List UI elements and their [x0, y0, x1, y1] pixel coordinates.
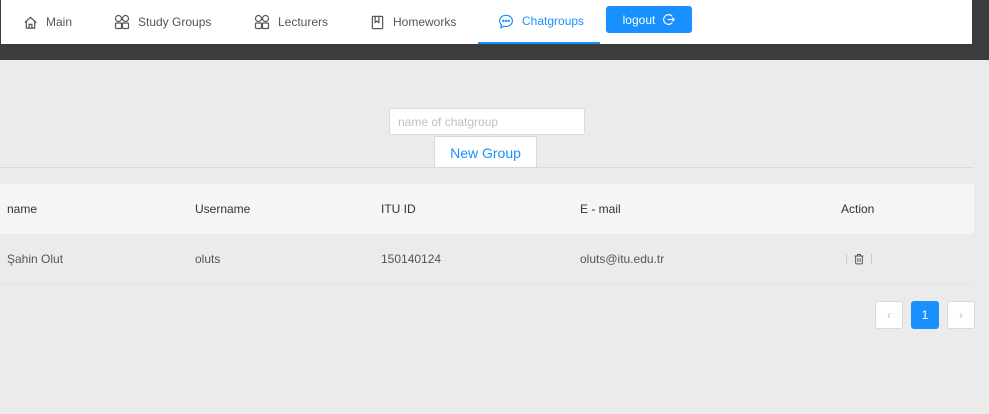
new-group-button[interactable]: New Group: [434, 136, 537, 168]
cell-action: [846, 234, 872, 284]
next-page-label: ›: [959, 308, 963, 322]
nav-item-label: Homeworks: [393, 15, 457, 29]
nav-item-chatgroups[interactable]: Chatgroups: [478, 0, 600, 44]
next-page-button[interactable]: ›: [947, 301, 975, 329]
delete-button[interactable]: [846, 253, 872, 265]
column-header-name: name: [7, 202, 38, 216]
nav-item-label: Lecturers: [278, 15, 329, 29]
trash-icon: [853, 253, 865, 265]
chatgroup-table: name Username ITU ID E - mail Action Şah…: [0, 184, 974, 284]
table-header: name Username ITU ID E - mail Action: [0, 184, 974, 234]
nav-item-label: Main: [46, 15, 73, 29]
nav-item-main[interactable]: Main: [22, 0, 72, 44]
previous-page-button[interactable]: ‹: [875, 301, 903, 329]
apps-icon: [114, 14, 130, 30]
nav-item-label: Chatgroups: [522, 14, 585, 28]
book-icon: [369, 14, 385, 30]
cell-username: oluts: [195, 252, 221, 266]
divider: [0, 167, 974, 168]
apps-icon: [254, 14, 270, 30]
page-number: 1: [921, 308, 929, 322]
page-1-button[interactable]: 1: [911, 301, 939, 329]
home-icon: [22, 14, 38, 30]
logout-label: logout: [622, 12, 656, 27]
previous-page-label: ‹: [887, 308, 891, 322]
top-bar: Main Study Groups Lecturers Homeworks Ch…: [0, 0, 989, 60]
new-group-label: New Group: [450, 144, 521, 161]
nav-item-label: Study Groups: [138, 15, 212, 29]
column-header-email: E - mail: [580, 202, 621, 216]
nav-item-study-groups[interactable]: Study Groups: [114, 0, 211, 44]
nav-item-lecturers[interactable]: Lecturers: [254, 0, 328, 44]
logout-icon: [662, 13, 676, 26]
table-row: Şahin Olut oluts 150140124 oluts@itu.edu…: [0, 234, 974, 284]
navigation-bar: Main Study Groups Lecturers Homeworks Ch…: [1, 0, 972, 44]
column-header-username: Username: [195, 202, 251, 216]
column-header-action: Action: [841, 202, 875, 216]
cell-name: Şahin Olut: [7, 252, 64, 266]
cell-itu-id: 150140124: [381, 252, 442, 266]
chat-icon: [498, 13, 514, 29]
column-header-itu-id: ITU ID: [381, 202, 416, 216]
chatgroup-name-input[interactable]: [389, 108, 585, 135]
nav-item-homeworks[interactable]: Homeworks: [369, 0, 456, 44]
cell-email: oluts@itu.edu.tr: [580, 252, 665, 266]
logout-button[interactable]: logout: [606, 6, 692, 33]
